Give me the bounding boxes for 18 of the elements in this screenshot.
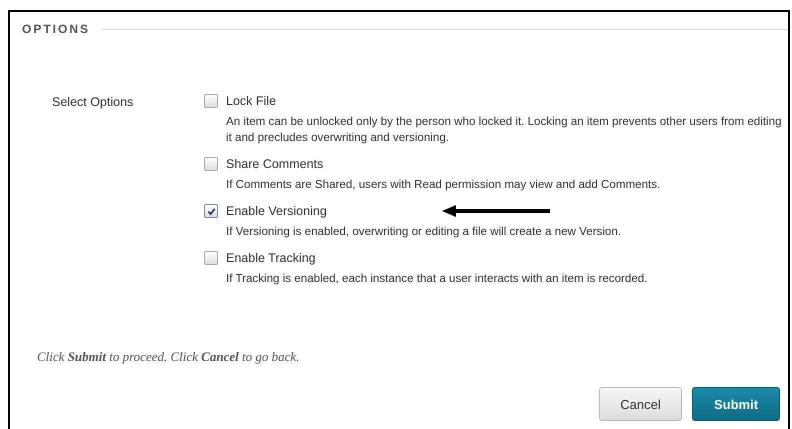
- checkmark-icon: [206, 206, 216, 216]
- option-description: An item can be unlocked only by the person who locked it. Locking an item prevents other users from editing it and precludes overwriting and versioning.: [226, 114, 783, 146]
- option-description: If Tracking is enabled, each instance that a user interacts with an item is recorded.: [226, 271, 648, 287]
- checkbox[interactable]: [204, 157, 218, 171]
- option-label: Enable Versioning: [226, 204, 327, 218]
- option-label: Share Comments: [226, 157, 324, 171]
- option-label: Enable Tracking: [226, 251, 316, 265]
- cancel-button[interactable]: Cancel: [599, 387, 682, 421]
- field-label: Select Options: [52, 95, 134, 111]
- option-description: If Versioning is enabled, overwriting or editing a file will create a new Version.: [226, 224, 622, 240]
- footer-note: Click Submit to proceed. Click Cancel to go back.: [37, 349, 300, 365]
- checkbox[interactable]: [204, 94, 218, 108]
- checkbox[interactable]: [204, 251, 218, 265]
- section-title: OPTIONS: [22, 22, 90, 36]
- option-label: Lock File: [226, 94, 276, 108]
- checkbox[interactable]: [204, 204, 218, 218]
- option-description: If Comments are Shared, users with Read permission may view and add Comments.: [226, 177, 662, 193]
- submit-button[interactable]: Submit: [692, 387, 780, 421]
